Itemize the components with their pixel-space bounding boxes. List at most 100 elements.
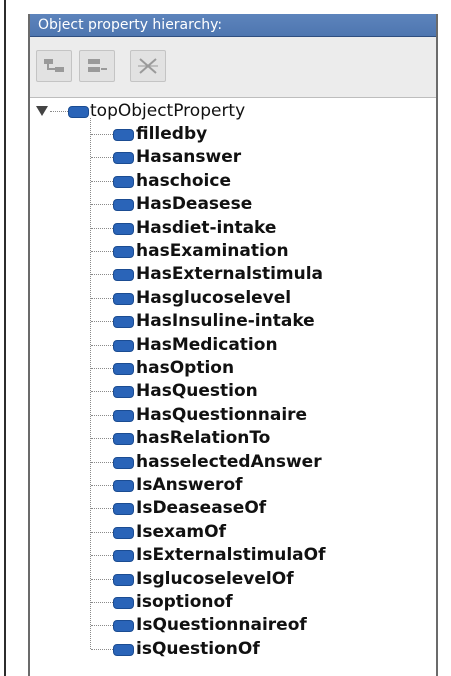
object-property-icon (113, 199, 134, 212)
object-property-icon (113, 550, 134, 563)
tree-child-row[interactable]: haschoice (30, 170, 436, 193)
object-property-icon (113, 386, 134, 399)
tree-connector (91, 204, 113, 206)
tree-child-row[interactable]: IsDeaseaseOf (30, 497, 436, 520)
object-property-hierarchy-panel: Object property hierarchy: topObjectProp… (28, 14, 438, 676)
object-property-icon (113, 597, 134, 609)
object-property-icon (113, 292, 134, 305)
tree-child-row[interactable]: Hasdiet-intake (30, 217, 436, 240)
tree-child-row[interactable]: Hasanswer (30, 146, 436, 169)
property-label: isQuestionOf (136, 638, 260, 659)
tree-connector (91, 368, 113, 369)
property-label: IsAnswerof (136, 475, 243, 495)
property-label: HasMedication (136, 334, 278, 355)
tree-connector (91, 274, 113, 276)
hierarchy-toolbar (30, 37, 436, 98)
tree-connector (91, 180, 113, 182)
object-property-icon (113, 152, 134, 165)
property-label: Hasdiet-intake (136, 217, 277, 238)
tree-child-row[interactable]: IsQuestionnaireof (30, 614, 436, 637)
delete-property-button[interactable] (130, 50, 166, 82)
object-property-icon (113, 480, 134, 492)
tree-connector (91, 485, 113, 486)
property-label: IsglucoselevelOf (136, 568, 294, 589)
property-label: HasQuestion (136, 381, 258, 402)
tree-connector (91, 297, 113, 299)
tree-connector (91, 461, 113, 463)
tree-child-row[interactable]: IsExternalstimulaOf (30, 544, 436, 567)
tree-child-row[interactable]: IsAnswerof (30, 474, 436, 497)
tree-child-row[interactable]: hasselectedAnswer (30, 451, 436, 474)
tree-child-row[interactable]: HasExternalstimula (30, 263, 436, 286)
property-label: filledby (136, 124, 208, 144)
tree-child-row[interactable]: isoptionof (30, 591, 436, 614)
tree-child-row[interactable]: HasQuestionnaire (30, 404, 436, 427)
property-label: isoptionof (136, 592, 233, 612)
window-left-border (0, 0, 6, 676)
object-property-icon (113, 573, 134, 586)
property-label: Hasglucoselevel (136, 287, 292, 308)
add-sibling-property-icon (88, 59, 107, 72)
object-property-icon (113, 269, 134, 282)
object-property-icon (113, 409, 134, 422)
tree-child-row[interactable]: IsglucoselevelOf (30, 568, 436, 591)
tree-child-row[interactable]: isQuestionOf (30, 638, 436, 661)
object-property-icon (113, 643, 134, 656)
app-window: Object property hierarchy: topObjectProp… (0, 0, 451, 676)
object-property-icon (113, 526, 134, 539)
tree-child-row[interactable]: hasOption (30, 357, 436, 380)
tree-connector (91, 438, 113, 440)
property-label: hasselectedAnswer (136, 451, 322, 472)
tree-connector (91, 602, 113, 603)
tree-child-row[interactable]: hasRelationTo (30, 427, 436, 450)
property-label: HasDeasese (136, 194, 253, 215)
object-property-icon (113, 222, 134, 235)
tree-connector (91, 578, 113, 580)
object-property-icon (113, 129, 134, 141)
tree-connector (91, 648, 113, 650)
tree-connector (91, 321, 113, 323)
expand-toggle-icon[interactable] (36, 106, 48, 116)
tree-connector (91, 391, 113, 393)
object-property-icon (113, 246, 134, 258)
tree-child-row[interactable]: HasMedication (30, 334, 436, 357)
tree-child-row[interactable]: IsexamOf (30, 521, 436, 544)
add-sub-property-button[interactable] (36, 50, 72, 82)
add-sibling-property-button[interactable] (79, 50, 115, 82)
property-label: Hasanswer (136, 147, 242, 168)
property-label: HasInsuline-intake (136, 311, 315, 332)
tree-connector (91, 508, 113, 510)
tree-connector (91, 414, 113, 416)
tree-connector (50, 111, 68, 112)
add-sub-property-icon (44, 59, 64, 72)
property-label: hasOption (136, 358, 235, 378)
tree-child-row[interactable]: filledby (30, 123, 436, 146)
property-label: hasExamination (136, 241, 289, 261)
property-label: IsexamOf (136, 521, 226, 542)
tree-connector (91, 344, 113, 346)
property-label: IsDeaseaseOf (136, 498, 267, 519)
object-property-icon (68, 106, 89, 118)
property-label: IsExternalstimulaOf (136, 545, 326, 566)
object-property-icon (113, 339, 134, 352)
tree-connector (91, 134, 113, 135)
property-label: hasRelationTo (136, 428, 271, 449)
tree-child-row[interactable]: Hasglucoselevel (30, 287, 436, 310)
tree-child-row[interactable]: HasDeasese (30, 193, 436, 216)
object-property-icon (113, 620, 134, 633)
tree-connector (91, 531, 113, 533)
property-tree: topObjectProperty filledby Hasanswer hasch… (30, 98, 436, 676)
object-property-icon (113, 433, 134, 446)
tree-child-row[interactable]: HasInsuline-intake (30, 310, 436, 333)
root-property-label: topObjectProperty (90, 101, 246, 121)
object-property-icon (113, 316, 134, 329)
property-label: haschoice (136, 170, 231, 191)
object-property-icon (113, 363, 134, 375)
tree-child-row[interactable]: hasExamination (30, 240, 436, 263)
object-property-icon (113, 175, 134, 188)
tree-connector (91, 227, 113, 229)
tree-child-row[interactable]: HasQuestion (30, 380, 436, 403)
tree-connector (91, 251, 113, 252)
object-property-icon (113, 503, 134, 516)
property-label: HasExternalstimula (136, 264, 324, 285)
